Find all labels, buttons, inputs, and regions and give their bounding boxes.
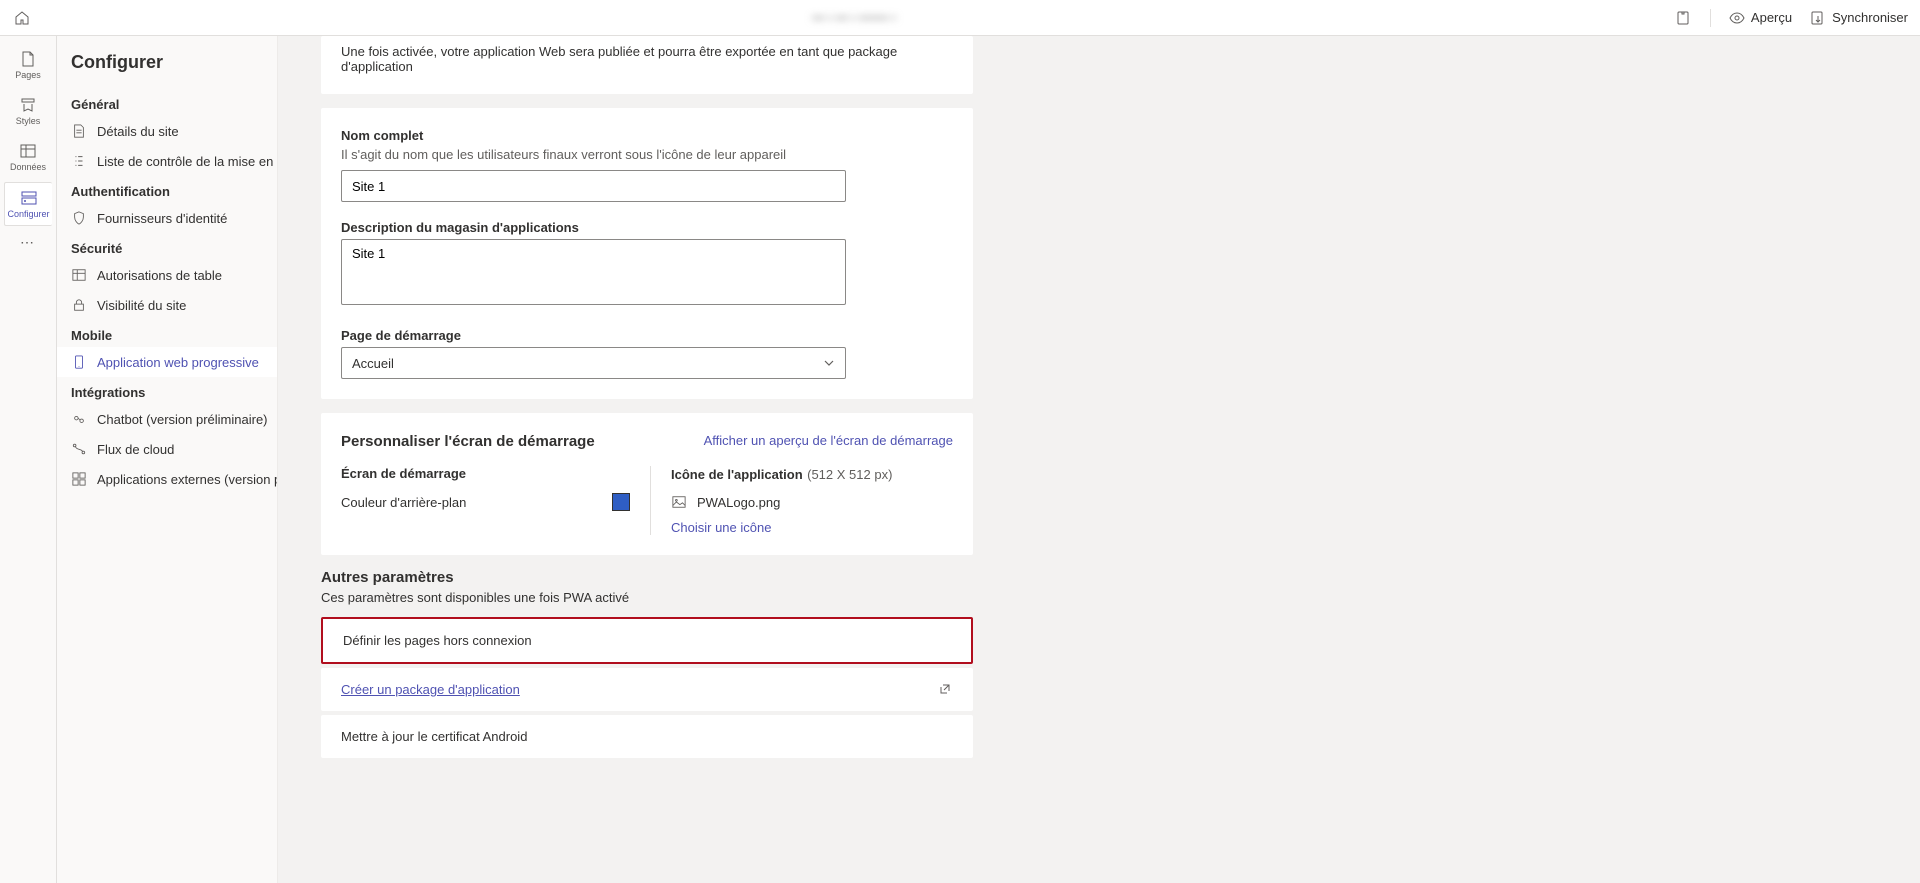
feedback-icon[interactable] — [1676, 10, 1692, 26]
rail-data[interactable]: Données — [4, 136, 52, 178]
group-security: Sécurité — [57, 233, 277, 260]
rail-configure[interactable]: Configurer — [4, 182, 52, 226]
other-settings-note: Ces paramètres sont disponibles une fois… — [321, 590, 973, 605]
chevron-down-icon — [823, 357, 835, 369]
appicon-filename: PWALogo.png — [697, 495, 780, 510]
appicon-label: Icône de l'application — [671, 467, 803, 482]
checklist-icon — [71, 153, 87, 169]
group-auth: Authentification — [57, 176, 277, 203]
flow-icon — [71, 441, 87, 457]
rail-styles[interactable]: Styles — [4, 90, 52, 132]
rail-more[interactable]: ⋯ — [20, 234, 36, 251]
chatbot-icon — [71, 411, 87, 427]
nav-cloud-flows[interactable]: Flux de cloud — [57, 434, 277, 464]
group-mobile: Mobile — [57, 320, 277, 347]
bgcolor-label: Couleur d'arrière-plan — [341, 495, 466, 510]
preview-button[interactable]: Aperçu — [1729, 10, 1792, 26]
apps-icon — [71, 471, 87, 487]
appicon-size: (512 X 512 px) — [807, 467, 892, 482]
sync-button[interactable]: Synchroniser — [1810, 10, 1908, 26]
nav-chatbot[interactable]: Chatbot (version préliminaire) — [57, 404, 277, 434]
rail-pages[interactable]: Pages — [4, 44, 52, 86]
startpage-select[interactable]: Accueil — [341, 347, 846, 379]
config-sidepanel: Configurer Général Détails du site Liste… — [57, 36, 278, 883]
fullname-input[interactable] — [341, 170, 846, 202]
splash-start-label: Écran de démarrage — [341, 466, 630, 481]
splash-card: Personnaliser l'écran de démarrage Affic… — [321, 413, 973, 555]
offline-pages-box[interactable]: Définir les pages hors connexion — [321, 617, 973, 664]
nav-site-details[interactable]: Détails du site — [57, 116, 277, 146]
pages-icon — [19, 50, 37, 68]
nav-pwa[interactable]: Application web progressive — [57, 347, 277, 377]
table-icon — [71, 267, 87, 283]
storedesc-label: Description du magasin d'applications — [341, 220, 953, 235]
app-title-blur: ••• • ••• • ••••••• • — [812, 11, 896, 25]
mobile-icon — [71, 354, 87, 370]
group-integrations: Intégrations — [57, 377, 277, 404]
lock-icon — [71, 297, 87, 313]
update-cert-box[interactable]: Mettre à jour le certificat Android — [321, 715, 973, 758]
create-package-link[interactable]: Créer un package d'application — [341, 682, 520, 697]
update-cert-link[interactable]: Mettre à jour le certificat Android — [341, 729, 527, 744]
nav-site-visibility[interactable]: Visibilité du site — [57, 290, 277, 320]
nav-table-permissions[interactable]: Autorisations de table — [57, 260, 277, 290]
configure-icon — [20, 189, 38, 207]
fullname-label: Nom complet — [341, 128, 953, 143]
content-scroll[interactable]: Une fois activée, votre application Web … — [278, 36, 1920, 883]
styles-icon — [19, 96, 37, 114]
splash-preview-link[interactable]: Afficher un aperçu de l'écran de démarra… — [704, 433, 953, 448]
app-details-card: Nom complet Il s'agit du nom que les uti… — [321, 108, 973, 399]
data-icon — [19, 142, 37, 160]
document-icon — [71, 123, 87, 139]
fullname-help: Il s'agit du nom que les utilisateurs fi… — [341, 147, 953, 162]
page-title: Configurer — [57, 52, 277, 89]
external-link-icon — [939, 683, 953, 697]
choose-icon-link[interactable]: Choisir une icône — [671, 520, 892, 535]
group-general: Général — [57, 89, 277, 116]
enable-card: Une fois activée, votre application Web … — [321, 36, 973, 94]
image-icon — [671, 494, 687, 510]
nav-rail: Pages Styles Données Configurer ⋯ — [0, 36, 57, 883]
nav-external-apps[interactable]: Applications externes (version prél... — [57, 464, 277, 494]
home-icon[interactable] — [12, 8, 32, 28]
create-package-box[interactable]: Créer un package d'application — [321, 668, 973, 711]
other-settings-title: Autres paramètres — [321, 569, 973, 586]
divider — [1710, 9, 1711, 27]
storedesc-textarea[interactable]: Site 1 — [341, 239, 846, 305]
offline-pages-link[interactable]: Définir les pages hors connexion — [343, 633, 532, 648]
shield-icon — [71, 210, 87, 226]
enable-note: Une fois activée, votre application Web … — [341, 44, 953, 74]
startpage-label: Page de démarrage — [341, 328, 953, 343]
nav-identity-providers[interactable]: Fournisseurs d'identité — [57, 203, 277, 233]
bgcolor-swatch[interactable] — [612, 493, 630, 511]
topbar: ••• • ••• • ••••••• • Aperçu Synchronise… — [0, 0, 1920, 36]
splash-title: Personnaliser l'écran de démarrage — [341, 433, 595, 450]
nav-golive-checklist[interactable]: Liste de contrôle de la mise en ser... — [57, 146, 277, 176]
